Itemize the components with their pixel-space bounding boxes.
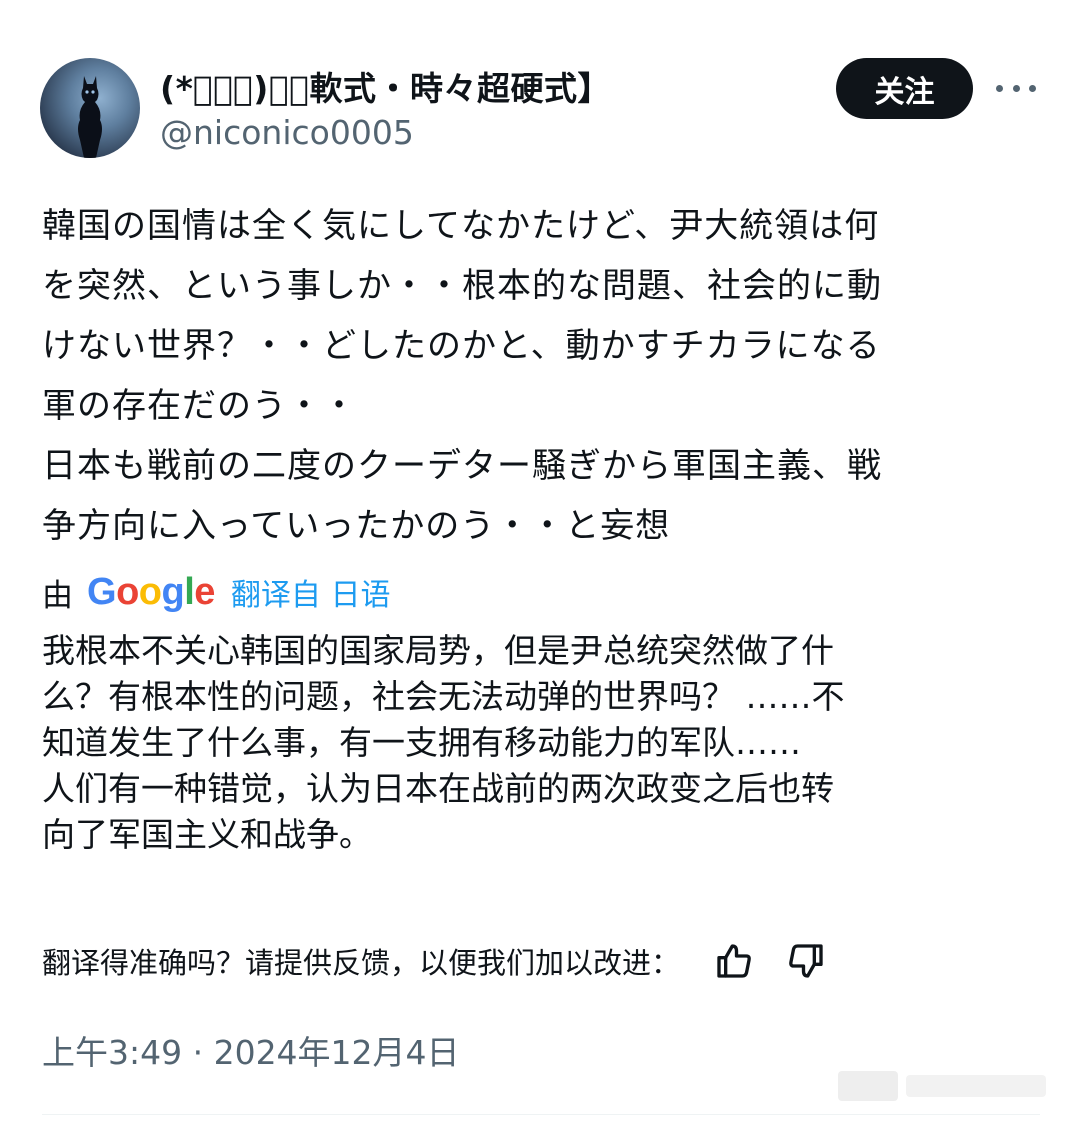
user-handle[interactable]: @niconico0005 bbox=[160, 113, 414, 152]
original-line: 韓国の国情は全く気にしてなかたけど、尹大統領は何 bbox=[42, 206, 880, 246]
google-logo-letter: l bbox=[184, 570, 195, 613]
original-line: 軍の存在だのう・・ bbox=[42, 386, 357, 426]
google-logo-letter: o bbox=[138, 570, 162, 613]
original-line: 日本も戦前の二度のクーデター騒ぎから軍国主義、戦 bbox=[42, 446, 882, 486]
follow-button[interactable]: 关注 bbox=[836, 58, 973, 119]
translated-line: 么？有根本性的问题，社会无法动弹的世界吗？ ……不 bbox=[42, 677, 845, 716]
thumbs-down-icon[interactable] bbox=[780, 935, 832, 987]
more-dot bbox=[1029, 84, 1036, 92]
translated-line: 知道发生了什么事，有一支拥有移动能力的军队…… bbox=[42, 723, 801, 762]
translation-attribution: 由 Google 翻译自 日语 bbox=[42, 568, 390, 616]
more-options-icon[interactable] bbox=[996, 78, 1036, 98]
translation-feedback: 翻译得准确吗？请提供反馈，以便我们加以改进： bbox=[42, 934, 852, 988]
more-dot bbox=[996, 84, 1003, 92]
google-logo: Google bbox=[87, 571, 215, 614]
watermark bbox=[838, 1066, 1058, 1106]
google-logo-letter: g bbox=[161, 570, 185, 613]
divider bbox=[42, 1114, 1040, 1115]
more-dot bbox=[1012, 84, 1020, 92]
translated-line: 人们有一种错觉，认为日本在战前的两次政变之后也转 bbox=[42, 769, 834, 808]
original-line: 争方向に入っていったかのう・・と妄想 bbox=[42, 506, 671, 546]
display-name[interactable]: (*ﾟーﾟ)／【軟式・時々超硬式】 bbox=[160, 62, 611, 110]
original-line: を突然、という事しか・・根本的な問題、社会的に動 bbox=[42, 266, 882, 306]
avatar-image bbox=[78, 76, 102, 158]
thumbs-up-icon[interactable] bbox=[708, 935, 760, 987]
google-logo-letter: o bbox=[116, 570, 139, 613]
translated-by-prefix: 由 bbox=[42, 577, 73, 614]
google-logo-letter: G bbox=[87, 570, 117, 613]
tweet-original-text: 韓国の国情は全く気にしてなかたけど、尹大統領は何 を突然、という事しか・・根本的… bbox=[42, 196, 1042, 556]
avatar[interactable] bbox=[40, 58, 140, 158]
tweet-timestamp[interactable]: 上午3:49 · 2024年12月4日 bbox=[42, 1026, 460, 1074]
original-line: けない世界？・・どしたのかと、動かすチカラになる bbox=[42, 326, 881, 366]
google-logo-letter: e bbox=[194, 570, 215, 613]
translated-line: 向了军国主义和战争。 bbox=[42, 815, 372, 854]
feedback-prompt: 翻译得准确吗？请提供反馈，以便我们加以改进： bbox=[42, 946, 681, 980]
translated-line: 我根本不关心韩国的国家局势，但是尹总统突然做了什 bbox=[42, 631, 834, 670]
tweet-translated-text: 我根本不关心韩国的国家局势，但是尹总统突然做了什 么？有根本性的问题，社会无法动… bbox=[42, 628, 1042, 858]
watermark-mark bbox=[838, 1071, 898, 1101]
translated-from-link[interactable]: 翻译自 日语 bbox=[231, 570, 391, 614]
watermark-text bbox=[906, 1075, 1046, 1097]
